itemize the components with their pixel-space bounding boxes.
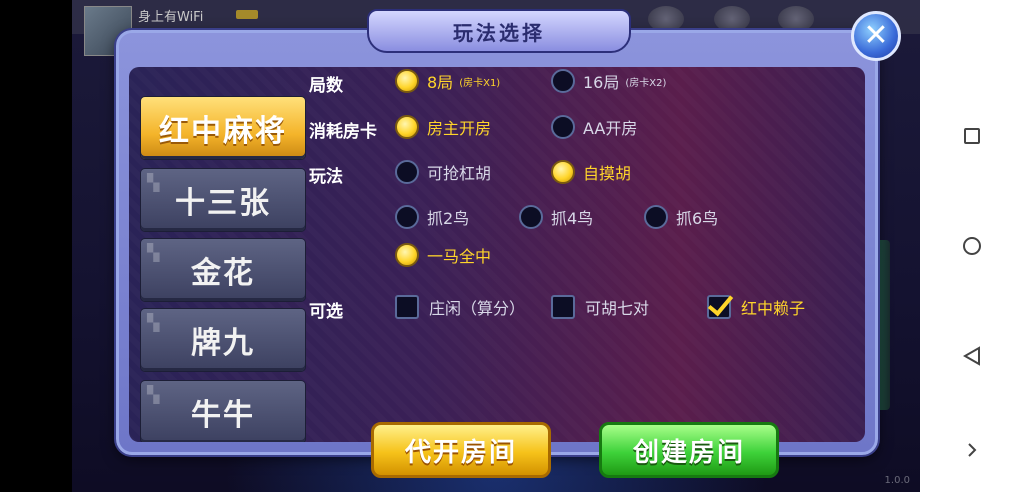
- tab-label: 牌九: [191, 326, 255, 361]
- tab-pai-gow[interactable]: ▚ 牌九: [141, 309, 305, 371]
- rounds-label: 局数: [309, 76, 343, 96]
- user-name: 身上有WiFi: [138, 10, 204, 25]
- tab-hongzhong-mahjong[interactable]: 红中麻将: [141, 97, 305, 159]
- expand-button[interactable]: [952, 430, 992, 470]
- option-label: 红中赖子: [741, 299, 806, 318]
- tab-label: 金花: [191, 256, 255, 291]
- button-label: 代开房间: [404, 437, 517, 468]
- tab-decoration-icon: ▚: [147, 313, 162, 332]
- left-black-strip: [0, 0, 72, 492]
- circle-icon: [963, 237, 981, 255]
- radio-selected-icon: [551, 160, 575, 184]
- radio-selected-icon: [395, 243, 419, 267]
- rounds-option-16[interactable]: 16局 (房卡X2): [551, 69, 666, 93]
- tab-decoration-icon: ▚: [147, 243, 162, 262]
- radio-selected-icon: [395, 69, 419, 93]
- checkbox-checked-icon: [707, 295, 731, 319]
- dialog-title: 玩法选择: [453, 20, 545, 45]
- bird-option-6[interactable]: 抓6鸟: [644, 205, 718, 229]
- bird-option-2[interactable]: 抓2鸟: [395, 205, 469, 229]
- play-option-rob-kong[interactable]: 可抢杠胡: [395, 160, 491, 184]
- triangle-back-icon: [963, 346, 980, 366]
- button-label: 创建房间: [632, 437, 745, 468]
- tab-label: 牛牛: [191, 398, 255, 433]
- bird-option-all-hit[interactable]: 一马全中: [395, 243, 491, 267]
- background-decoration: [876, 240, 890, 410]
- user-level-badge: [236, 10, 258, 19]
- play-option-self-draw[interactable]: 自摸胡: [551, 160, 631, 184]
- card-cost-option-aa[interactable]: AA开房: [551, 115, 637, 139]
- create-room-button[interactable]: 创建房间: [599, 422, 779, 478]
- system-nav-bar: [920, 0, 1024, 492]
- play-label: 玩法: [309, 167, 343, 187]
- radio-selected-icon: [395, 115, 419, 139]
- close-button[interactable]: ✕: [851, 11, 901, 61]
- rounds-option-8[interactable]: 8局 (房卡X1): [395, 69, 500, 93]
- top-menu-icon-1[interactable]: [648, 6, 684, 32]
- radio-icon: [551, 115, 575, 139]
- dialog-title-tab: 玩法选择: [367, 9, 631, 53]
- option-label: 可胡七对: [585, 299, 650, 318]
- tab-decoration-icon: ▚: [147, 173, 162, 192]
- option-sub-label: (房卡X1): [459, 77, 501, 89]
- optional-banker-scoring[interactable]: 庄闲（算分）: [395, 295, 525, 319]
- top-menu-icon-2[interactable]: [714, 6, 750, 32]
- optional-label: 可选: [309, 302, 343, 322]
- tab-label: 十三张: [175, 186, 271, 221]
- version-label: 1.0.0: [884, 475, 910, 486]
- proxy-open-room-button[interactable]: 代开房间: [371, 422, 551, 478]
- bird-option-4[interactable]: 抓4鸟: [519, 205, 593, 229]
- checkbox-icon: [551, 295, 575, 319]
- optional-seven-pairs[interactable]: 可胡七对: [551, 295, 649, 319]
- tab-label: 红中麻将: [159, 114, 287, 149]
- top-menu-icon-3[interactable]: [778, 6, 814, 32]
- tab-golden-flower[interactable]: ▚ 金花: [141, 239, 305, 301]
- option-label: 自摸胡: [583, 164, 632, 183]
- square-icon: [964, 128, 980, 144]
- radio-icon: [519, 205, 543, 229]
- option-label: 一马全中: [427, 247, 492, 266]
- option-label: 房主开房: [427, 119, 492, 138]
- option-label: 16局: [583, 73, 620, 92]
- card-cost-label: 消耗房卡: [309, 122, 377, 142]
- home-button[interactable]: [952, 226, 992, 266]
- card-cost-option-owner[interactable]: 房主开房: [395, 115, 491, 139]
- tab-decoration-icon: ▚: [147, 385, 162, 404]
- game-mode-dialog: 玩法选择 ✕ 红中麻将 ▚ 十三张 ▚ 金花 ▚ 牌九 ▚ 牛牛 局数 8局 (: [116, 9, 901, 478]
- tab-thirteen-cards[interactable]: ▚ 十三张: [141, 169, 305, 231]
- option-label: 庄闲（算分）: [429, 299, 526, 318]
- optional-red-dragon-wild[interactable]: 红中赖子: [707, 295, 805, 319]
- checkbox-icon: [395, 295, 419, 319]
- option-label: 抓2鸟: [427, 209, 470, 228]
- option-label: 8局: [427, 73, 454, 92]
- option-label: AA开房: [583, 119, 638, 138]
- radio-icon: [395, 160, 419, 184]
- close-icon: ✕: [863, 18, 889, 53]
- radio-icon: [644, 205, 668, 229]
- option-label: 可抢杠胡: [427, 164, 492, 183]
- chevron-right-icon: [968, 443, 977, 457]
- recents-button[interactable]: [952, 116, 992, 156]
- option-label: 抓4鸟: [551, 209, 594, 228]
- option-label: 抓6鸟: [676, 209, 719, 228]
- tab-niuniu[interactable]: ▚ 牛牛: [141, 381, 305, 442]
- back-button[interactable]: [952, 336, 992, 376]
- option-sub-label: (房卡X2): [625, 77, 667, 89]
- radio-icon: [551, 69, 575, 93]
- radio-icon: [395, 205, 419, 229]
- dialog-content: 红中麻将 ▚ 十三张 ▚ 金花 ▚ 牌九 ▚ 牛牛 局数 8局 (房卡X1) 1…: [129, 67, 865, 442]
